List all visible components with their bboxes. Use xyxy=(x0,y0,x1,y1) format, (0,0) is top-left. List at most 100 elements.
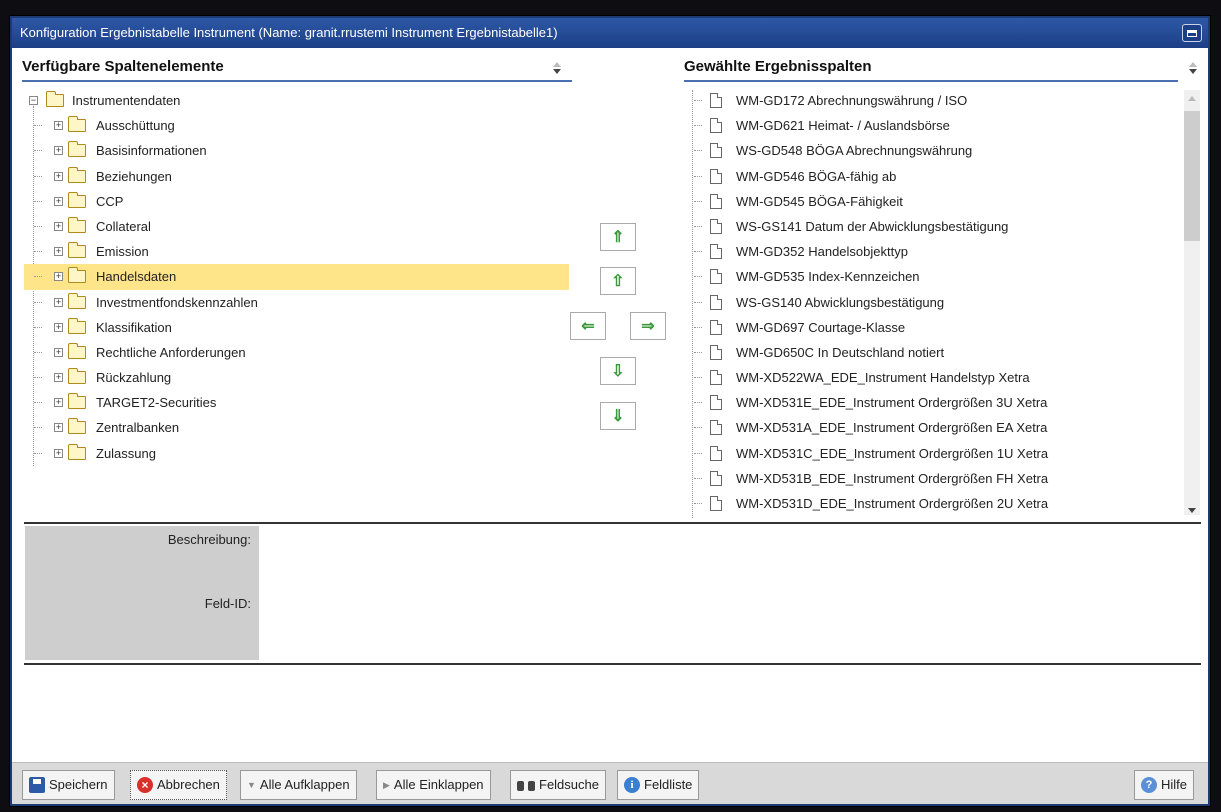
collapse-icon[interactable]: − xyxy=(29,96,38,105)
list-item[interactable]: WM-XD531F_EDE_Instrument Ordergrößen 3A … xyxy=(692,516,1172,518)
collapse-icon: ▶ xyxy=(383,780,390,790)
list-scroll-up[interactable] xyxy=(1188,96,1196,103)
list-item[interactable]: WM-XD522WA_EDE_Instrument Handelstyp Xet… xyxy=(692,365,1172,390)
tree-item[interactable]: + Emission xyxy=(24,239,569,264)
list-item[interactable]: WM-XD531E_EDE_Instrument Ordergrößen 3U … xyxy=(692,390,1172,415)
tree-item[interactable]: + Beziehungen xyxy=(24,164,569,189)
move-down-button[interactable]: ⇩ xyxy=(600,357,636,385)
tree-item[interactable]: + Rechtliche Anforderungen xyxy=(24,340,569,365)
remove-column-button[interactable]: ⇐ xyxy=(570,312,606,340)
document-icon xyxy=(710,496,722,511)
expand-icon[interactable]: + xyxy=(54,423,63,433)
add-column-button[interactable]: ⇒ xyxy=(630,312,666,340)
expand-icon[interactable]: + xyxy=(54,448,63,458)
tree-item[interactable]: + CCP xyxy=(24,189,569,214)
document-icon xyxy=(710,193,722,209)
folder-icon xyxy=(68,317,86,334)
tree-item-label: Emission xyxy=(96,244,149,260)
left-scroll-arrows[interactable] xyxy=(552,62,562,74)
list-connector xyxy=(694,427,702,429)
move-top-button[interactable]: ⇑ xyxy=(600,223,636,251)
tree-item-label: Rückzahlung xyxy=(96,370,172,386)
list-connector xyxy=(694,150,702,152)
folder-icon xyxy=(68,116,86,133)
list-item[interactable]: WM-XD531C_EDE_Instrument Ordergrößen 1U … xyxy=(692,441,1172,466)
scroll-down-icon[interactable] xyxy=(553,69,561,74)
list-item-label: WM-GD545 BÖGA-Fähigkeit xyxy=(736,193,903,209)
folder-icon xyxy=(68,418,86,435)
list-item[interactable]: WM-GD621 Heimat- / Auslandsbörse xyxy=(692,113,1172,138)
list-item[interactable]: WM-GD172 Abrechnungswährung / ISO xyxy=(692,88,1172,113)
list-item[interactable]: WS-GS140 Abwicklungsbestätigung xyxy=(692,290,1172,315)
left-title-underline xyxy=(22,80,572,82)
list-item-label: WM-GD650C In Deutschland notiert xyxy=(736,344,945,360)
scroll-down-icon[interactable] xyxy=(1189,69,1197,74)
list-item-label: WM-XD531E_EDE_Instrument Ordergrößen 3U … xyxy=(736,395,1048,411)
tree-item[interactable]: + Handelsdaten xyxy=(24,264,569,290)
scroll-up-icon[interactable] xyxy=(1189,62,1197,67)
tree-root[interactable]: − Instrumentendaten xyxy=(24,88,569,113)
collapse-all-button[interactable]: ▶ Alle Einklappen xyxy=(376,770,491,800)
list-item[interactable]: WM-GD545 BÖGA-Fähigkeit xyxy=(692,189,1172,214)
expand-icon[interactable]: + xyxy=(54,297,63,307)
tree-item[interactable]: + Basisinformationen xyxy=(24,138,569,163)
expand-icon[interactable]: + xyxy=(54,373,63,383)
list-item[interactable]: WM-GD650C In Deutschland notiert xyxy=(692,340,1172,365)
expand-icon[interactable]: + xyxy=(54,221,63,231)
list-item[interactable]: WM-XD531D_EDE_Instrument Ordergrößen 2U … xyxy=(692,491,1172,516)
tree-connector xyxy=(34,301,42,303)
help-button[interactable]: ? Hilfe xyxy=(1134,770,1195,800)
maximize-button[interactable] xyxy=(1182,24,1202,42)
list-connector xyxy=(694,452,702,454)
move-bottom-button[interactable]: ⇓ xyxy=(600,402,636,430)
list-item[interactable]: WM-GD546 BÖGA-fähig ab xyxy=(692,164,1172,189)
list-scroll-down[interactable] xyxy=(1188,508,1196,513)
scroll-up-icon[interactable] xyxy=(553,62,561,67)
field-list-button[interactable]: i Feldliste xyxy=(617,770,700,800)
save-button[interactable]: Speichern xyxy=(22,770,115,800)
expand-icon[interactable]: + xyxy=(54,347,63,357)
right-header-scroll-arrows[interactable] xyxy=(1188,62,1198,74)
list-item[interactable]: WS-GS141 Datum der Abwicklungsbestätigun… xyxy=(692,214,1172,239)
document-icon xyxy=(710,218,722,234)
list-connector xyxy=(694,200,702,202)
expand-icon[interactable]: + xyxy=(54,196,63,206)
list-item[interactable]: WM-GD697 Courtage-Klasse xyxy=(692,315,1172,340)
expand-icon[interactable]: + xyxy=(54,398,63,408)
expand-icon[interactable]: + xyxy=(54,247,63,257)
list-item[interactable]: WM-GD535 Index-Kennzeichen xyxy=(692,264,1172,289)
tree-item[interactable]: + TARGET2-Securities xyxy=(24,390,569,415)
tree-item-label: Beziehungen xyxy=(96,168,172,184)
list-connector xyxy=(694,301,702,303)
expand-icon[interactable]: + xyxy=(54,322,63,332)
tree-item[interactable]: + Collateral xyxy=(24,214,569,239)
lower-separator xyxy=(24,663,1201,665)
tree-item[interactable]: + Ausschüttung xyxy=(24,113,569,138)
list-item[interactable]: WS-GD548 BÖGA Abrechnungswährung xyxy=(692,138,1172,163)
field-search-button[interactable]: Feldsuche xyxy=(510,770,606,800)
bottom-toolbar: Speichern × Abbrechen ▼ Alle Aufklappen … xyxy=(12,762,1208,804)
cancel-button[interactable]: × Abbrechen xyxy=(130,770,227,800)
move-up-button[interactable]: ⇧ xyxy=(600,267,636,295)
list-item[interactable]: WM-XD531B_EDE_Instrument Ordergrößen FH … xyxy=(692,466,1172,491)
expand-all-button[interactable]: ▼ Alle Aufklappen xyxy=(240,770,357,800)
list-scrollbar-thumb[interactable] xyxy=(1184,111,1200,241)
tree-item-label: Basisinformationen xyxy=(96,143,207,159)
folder-icon xyxy=(68,368,86,385)
expand-icon[interactable]: + xyxy=(54,171,63,181)
tree-item[interactable]: + Rückzahlung xyxy=(24,365,569,390)
list-item[interactable]: WM-XD531A_EDE_Instrument Ordergrößen EA … xyxy=(692,415,1172,440)
expand-icon[interactable]: + xyxy=(54,146,63,156)
scroll-down-icon[interactable] xyxy=(1188,508,1196,513)
expand-icon[interactable]: + xyxy=(54,272,63,282)
tree-item[interactable]: + Zulassung xyxy=(24,441,569,466)
tree-item[interactable]: + Klassifikation xyxy=(24,315,569,340)
tree-item[interactable]: + Investmentfondskennzahlen xyxy=(24,290,569,315)
tree-item[interactable]: + Zentralbanken xyxy=(24,415,569,440)
list-item[interactable]: WM-GD352 Handelsobjekttyp xyxy=(692,239,1172,264)
list-connector xyxy=(694,326,702,328)
scroll-up-icon[interactable] xyxy=(1188,96,1196,101)
expand-icon[interactable]: + xyxy=(54,121,63,131)
tree-item-label: Collateral xyxy=(96,218,151,234)
list-connector xyxy=(694,175,702,177)
